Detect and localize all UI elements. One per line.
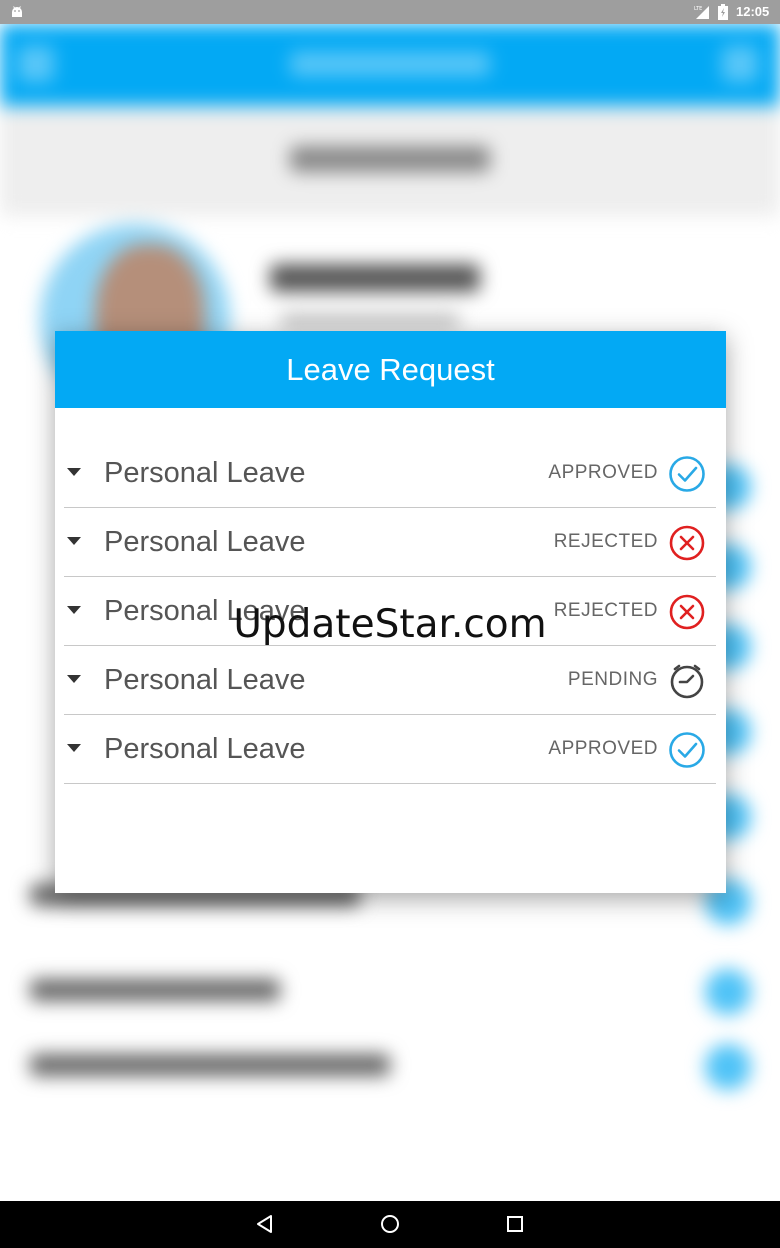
battery-icon	[718, 4, 728, 20]
check-circle-icon	[669, 456, 705, 492]
cancel-circle-icon	[669, 525, 705, 561]
caret-down-icon[interactable]	[66, 467, 82, 477]
check-circle-icon	[669, 732, 705, 768]
svg-text:LTE: LTE	[694, 6, 702, 12]
leave-type: Personal Leave	[104, 526, 306, 558]
leave-request-row[interactable]: Personal Leave REJECTED	[64, 508, 716, 577]
lte-signal-icon: LTE	[694, 6, 709, 19]
leave-status: PENDING	[567, 669, 658, 690]
back-icon[interactable]	[253, 1212, 277, 1236]
caret-down-icon[interactable]	[66, 674, 82, 684]
recents-icon[interactable]	[503, 1212, 527, 1236]
leave-status: REJECTED	[553, 531, 658, 552]
navigation-bar	[0, 1201, 780, 1248]
leave-type: Personal Leave	[104, 457, 306, 489]
watermark: UpdateStar.com	[233, 602, 547, 647]
background-header	[0, 106, 780, 216]
background-toolbar	[0, 24, 780, 106]
caret-down-icon[interactable]	[66, 743, 82, 753]
home-icon[interactable]	[378, 1212, 402, 1236]
leave-type: Personal Leave	[104, 664, 306, 696]
android-icon	[12, 6, 22, 17]
dialog-header: Leave Request	[55, 331, 726, 408]
status-time: 12:05	[736, 4, 770, 19]
leave-request-row[interactable]: Personal Leave APPROVED	[64, 439, 716, 508]
status-bar: LTE 12:05	[0, 0, 780, 24]
leave-status: APPROVED	[548, 738, 658, 759]
caret-down-icon[interactable]	[66, 536, 82, 546]
dialog-title: Leave Request	[286, 351, 495, 387]
clock-icon	[670, 664, 704, 699]
leave-request-row[interactable]: Personal Leave APPROVED	[64, 715, 716, 784]
leave-type: Personal Leave	[104, 733, 306, 765]
leave-status: APPROVED	[548, 462, 658, 483]
leave-request-row[interactable]: Personal Leave PENDING	[64, 646, 716, 715]
